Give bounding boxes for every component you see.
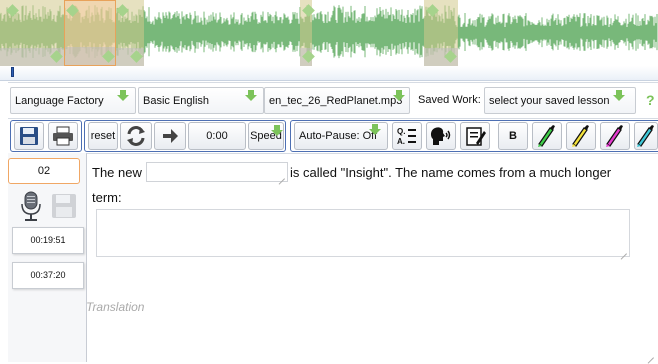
qa-icon: Q. A. xyxy=(397,127,416,146)
timestamp-start[interactable]: 00:19:51 xyxy=(12,227,84,254)
toolbar: reset 0:00 Speed Auto-Pause: Off Q. A. B xyxy=(8,118,658,154)
answer-textarea[interactable] xyxy=(96,209,630,257)
course-select-value: Basic English xyxy=(143,95,210,107)
sentence-end: term: xyxy=(92,190,122,205)
speak-button[interactable] xyxy=(426,122,456,150)
svg-text:Q.: Q. xyxy=(397,127,405,136)
save-recording-button[interactable] xyxy=(50,192,78,220)
resize-grip-icon xyxy=(279,173,285,179)
speed-button[interactable]: Speed xyxy=(248,122,284,150)
yellow-highlighter-icon xyxy=(572,125,589,147)
highlighter-green-button[interactable] xyxy=(532,122,562,150)
dropdown-arrow-icon xyxy=(117,90,129,102)
sentence-rest: is called "Insight". The name comes from… xyxy=(290,165,612,180)
dropdown-arrow-icon xyxy=(613,90,625,102)
exercise-content: The new is called "Insight". The name co… xyxy=(88,153,658,362)
save-button[interactable] xyxy=(14,122,44,150)
dropdown-arrow-icon xyxy=(369,124,381,136)
timestamp-end[interactable]: 00:37:20 xyxy=(12,262,84,289)
floppy-disk-icon xyxy=(20,127,38,145)
help-button[interactable]: ? xyxy=(646,87,655,114)
time-display: 0:00 xyxy=(188,122,246,150)
disabled-floppy-icon xyxy=(52,194,76,218)
reset-button[interactable]: reset xyxy=(88,122,118,150)
highlighter-yellow-button[interactable] xyxy=(566,122,596,150)
loop-icon xyxy=(127,126,145,146)
saved-work-label: Saved Work: xyxy=(418,94,481,106)
next-button[interactable] xyxy=(154,122,186,150)
speaker-head-icon xyxy=(430,127,451,145)
arrow-right-icon xyxy=(163,129,178,143)
resize-grip-icon xyxy=(621,248,627,254)
record-button[interactable] xyxy=(16,190,46,222)
highlighter-cyan-button[interactable] xyxy=(634,122,658,150)
source-select[interactable]: Language Factory xyxy=(10,87,136,114)
edit-button[interactable] xyxy=(460,122,490,150)
printer-icon xyxy=(53,126,73,146)
playhead-handle[interactable] xyxy=(11,67,14,77)
sentence-side-panel xyxy=(8,153,87,362)
file-select[interactable]: en_tec_26_RedPlanet.mp3 xyxy=(264,87,410,114)
cyan-highlighter-icon xyxy=(637,125,654,147)
qa-button[interactable]: Q. A. xyxy=(392,122,422,150)
microphone-icon xyxy=(21,191,41,221)
timeline-bar[interactable] xyxy=(0,66,658,81)
autopause-button[interactable]: Auto-Pause: Off xyxy=(294,122,388,150)
course-select[interactable]: Basic English xyxy=(138,87,264,114)
bold-button[interactable]: B xyxy=(498,122,528,150)
dropdown-arrow-icon xyxy=(271,125,283,137)
dropdown-arrow-icon xyxy=(393,90,405,102)
saved-work-value: select your saved lesson xyxy=(489,95,610,107)
edit-note-icon xyxy=(466,127,486,146)
bold-label: B xyxy=(509,130,517,142)
pink-highlighter-icon xyxy=(606,125,623,147)
saved-work-select[interactable]: select your saved lesson xyxy=(484,87,636,114)
autopause-label: Auto-Pause: Off xyxy=(299,130,378,142)
loop-button[interactable] xyxy=(120,122,152,150)
sentence-number[interactable]: 02 xyxy=(8,158,80,184)
translation-placeholder[interactable]: Translation xyxy=(86,300,144,314)
print-button[interactable] xyxy=(48,122,78,150)
source-select-value: Language Factory xyxy=(15,95,104,107)
selector-bar: Language Factory Basic English en_tec_26… xyxy=(8,82,658,117)
highlighter-pink-button[interactable] xyxy=(600,122,630,150)
svg-text:A.: A. xyxy=(397,137,405,146)
file-select-value: en_tec_26_RedPlanet.mp3 xyxy=(269,95,403,107)
resize-grip-icon xyxy=(648,352,654,358)
gap-fill-input[interactable] xyxy=(146,162,288,182)
waveform-panel[interactable] xyxy=(0,0,658,68)
green-highlighter-icon xyxy=(538,125,555,147)
sentence-start: The new xyxy=(92,165,142,180)
dropdown-arrow-icon xyxy=(245,90,257,102)
